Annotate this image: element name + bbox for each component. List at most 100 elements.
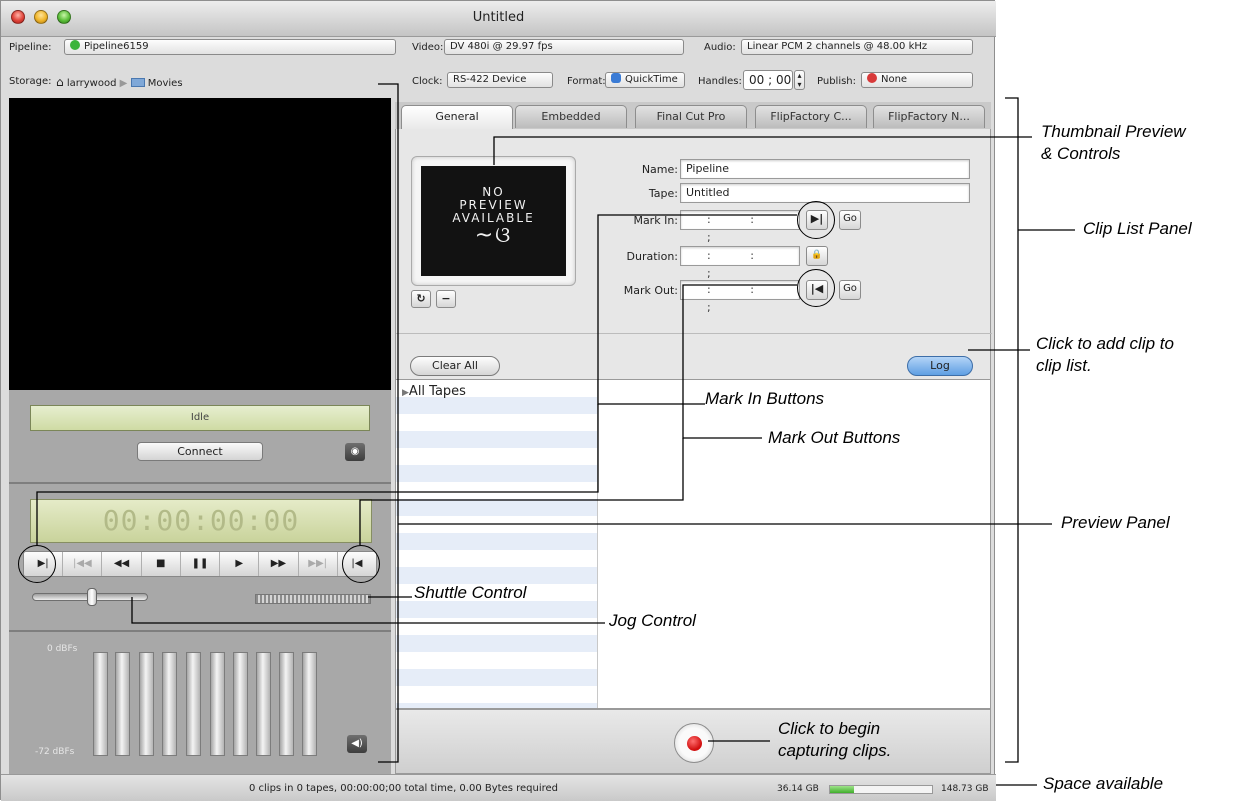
callout-capture: Click to begin capturing clips. (778, 719, 892, 760)
flourish-icon: ~ଓ (474, 223, 513, 248)
bracket-clip-list (1005, 97, 1019, 763)
callout-add-clip: Click to add clip to clip list. (1036, 334, 1174, 375)
storage-folder: Movies (147, 78, 183, 89)
publish-none-icon (867, 73, 877, 83)
thumbnail-image: NO PREVIEW AVAILABLE ~ଓ (421, 166, 566, 276)
name-field[interactable]: Pipeline (680, 159, 970, 179)
tab-final-cut-pro[interactable]: Final Cut Pro (635, 105, 747, 128)
record-icon (687, 736, 702, 751)
duration-label: Duration: (626, 250, 678, 263)
folder-icon (130, 78, 145, 87)
jog-knob[interactable] (87, 588, 97, 606)
thumbnail-well[interactable]: NO PREVIEW AVAILABLE ~ଓ (411, 156, 576, 286)
mark-in-highlight (797, 201, 835, 239)
tape-list-column (396, 380, 598, 708)
go-to-start-button[interactable]: |◀◀ (63, 552, 103, 576)
audio-meter (162, 652, 177, 756)
publish-value: None (881, 74, 908, 85)
pipeline-popup[interactable]: Pipeline6159 (64, 39, 396, 55)
audio-meter (210, 652, 225, 756)
publish-label: Publish: (817, 76, 857, 87)
device-status: Idle (30, 405, 370, 431)
storage-path[interactable]: ⌂ larrywood ▶ Movies (56, 75, 183, 89)
shuttle-control[interactable] (255, 594, 371, 604)
go-to-out-button[interactable]: Go (839, 280, 861, 300)
callout-mark-in: Mark In Buttons (705, 389, 825, 408)
meter-top-label: 0 dBFs (47, 644, 78, 654)
tab-embedded[interactable]: Embedded (515, 105, 627, 128)
path-arrow-icon: ▶ (119, 78, 128, 89)
handles-stepper[interactable]: ▴ ▾ (794, 70, 805, 90)
disk-space-fill (830, 786, 855, 793)
refresh-thumbnail-icon[interactable]: ↻ (411, 290, 431, 308)
eye-icon[interactable]: ◉ (345, 443, 365, 461)
disk-total: 148.73 GB (941, 784, 989, 794)
disk-used: 36.14 GB (777, 784, 819, 794)
pipeline-status-icon (70, 40, 80, 50)
tape-label: Tape: (648, 187, 678, 200)
connect-button[interactable]: Connect (137, 442, 263, 461)
window-title: Untitled (472, 10, 525, 25)
home-icon: ⌂ (56, 75, 64, 89)
pause-button[interactable]: ❚❚ (181, 552, 221, 576)
go-to-in-button[interactable]: Go (839, 210, 861, 230)
speaker-icon[interactable]: ◀) (347, 735, 367, 753)
audio-meter (302, 652, 317, 756)
lock-icon[interactable]: 🔒 (806, 246, 828, 266)
jog-slider[interactable] (32, 588, 148, 606)
audio-meter (279, 652, 294, 756)
video-popup[interactable]: DV 480i @ 29.97 fps (444, 39, 684, 55)
mark-in-field[interactable]: : : ; (680, 210, 800, 244)
audio-popup[interactable]: Linear PCM 2 channels @ 48.00 kHz (741, 39, 973, 55)
clock-popup[interactable]: RS-422 Device (447, 72, 553, 88)
tab-flipfactory-c[interactable]: FlipFactory C... (755, 105, 867, 128)
mark-in-label: Mark In: (633, 214, 678, 227)
handles-label: Handles: (698, 76, 742, 87)
storage-user: larrywood (66, 78, 117, 89)
rewind-button[interactable]: ◀◀ (102, 552, 142, 576)
play-button[interactable]: ▶ (220, 552, 260, 576)
go-to-end-button[interactable]: ▶▶| (299, 552, 338, 576)
mark-out-label: Mark Out: (623, 284, 678, 297)
tab-general[interactable]: General (401, 105, 513, 129)
transport-mark-in-highlight (18, 545, 56, 583)
pipeline-label: Pipeline: (9, 42, 52, 53)
audio-meter (93, 652, 108, 756)
all-tapes-item[interactable]: ▶All Tapes (402, 384, 466, 399)
video-preview (9, 98, 391, 390)
record-button[interactable] (674, 723, 714, 763)
general-tab-panel: NO PREVIEW AVAILABLE ~ଓ ↻ − Name: Pipeli… (395, 129, 992, 379)
duration-field[interactable]: : : ; (680, 246, 800, 280)
publish-popup[interactable]: None (861, 72, 973, 88)
audio-meter (139, 652, 154, 756)
format-popup[interactable]: QuickTime (605, 72, 685, 88)
callout-preview-panel: Preview Panel (1061, 513, 1170, 532)
tape-field[interactable]: Untitled (680, 183, 970, 203)
format-value: QuickTime (625, 74, 678, 85)
stop-button[interactable]: ■ (142, 552, 181, 576)
quicktime-icon (611, 73, 621, 83)
log-button[interactable]: Log (907, 356, 973, 376)
callout-clip-list: Clip List Panel (1083, 219, 1192, 238)
storage-label: Storage: (9, 76, 52, 87)
capture-window: Untitled Pipeline: Pipeline6159 Video: D… (0, 0, 996, 801)
transport-mark-out-highlight (342, 545, 380, 583)
callout-thumbnail: Thumbnail Preview & Controls (1041, 122, 1186, 163)
clear-all-button[interactable]: Clear All (410, 356, 500, 376)
name-label: Name: (641, 163, 678, 176)
disclosure-triangle-icon[interactable]: ▶ (402, 388, 409, 398)
mark-out-field[interactable]: : : ; (680, 280, 800, 314)
audio-meter (115, 652, 130, 756)
fast-forward-button[interactable]: ▶▶ (259, 552, 299, 576)
disk-space-bar (829, 785, 933, 794)
divider (9, 482, 391, 484)
tab-bar: General Embedded Final Cut Pro FlipFacto… (395, 102, 991, 129)
tab-flipfactory-n[interactable]: FlipFactory N... (873, 105, 985, 128)
handles-field[interactable]: 00 ; 00 (743, 70, 793, 90)
audio-label: Audio: (704, 42, 736, 53)
divider (396, 333, 992, 334)
clip-list[interactable]: ▶All Tapes (395, 379, 991, 709)
remove-thumbnail-button[interactable]: − (436, 290, 456, 308)
meter-bottom-label: -72 dBFs (35, 747, 75, 757)
audio-meter (233, 652, 248, 756)
